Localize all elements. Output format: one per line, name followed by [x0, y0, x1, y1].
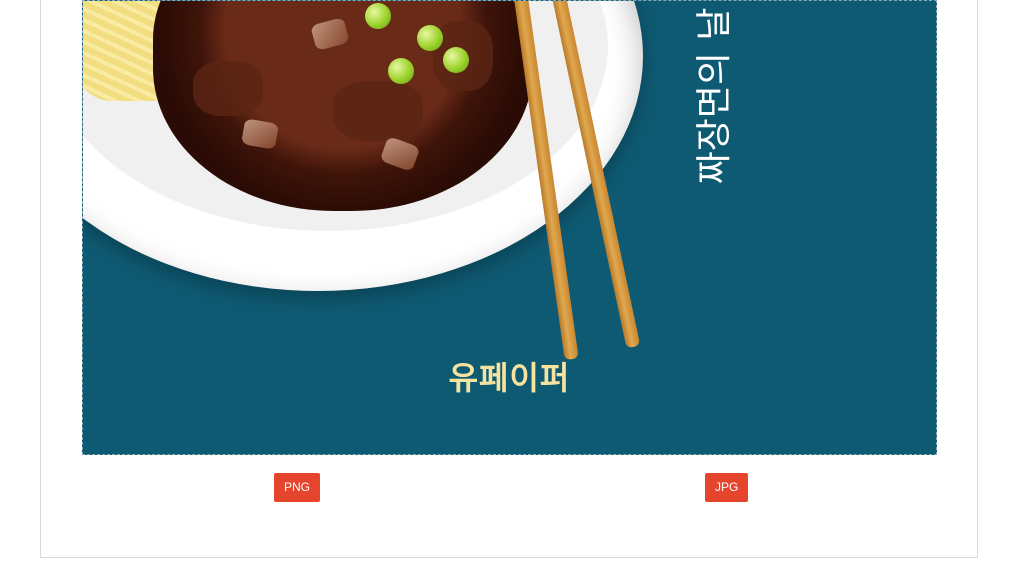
pea	[417, 25, 443, 51]
sauce-chunk	[333, 81, 423, 141]
pea	[365, 3, 391, 29]
sauce-chunk	[193, 61, 263, 116]
download-png-button[interactable]: PNG	[274, 473, 321, 502]
pea	[388, 58, 414, 84]
download-jpg-button[interactable]: JPG	[705, 473, 749, 502]
brand-title: 유페이퍼	[448, 359, 571, 397]
pea	[443, 47, 469, 73]
onion-piece	[379, 135, 421, 173]
vertical-title: 짜장면의 날	[694, 7, 735, 184]
vertical-title-text: 짜장면의 날	[694, 7, 735, 184]
poster-preview: 짜장면의 날 유페이퍼	[82, 0, 937, 455]
onion-piece	[241, 118, 279, 150]
onion-piece	[310, 17, 350, 51]
